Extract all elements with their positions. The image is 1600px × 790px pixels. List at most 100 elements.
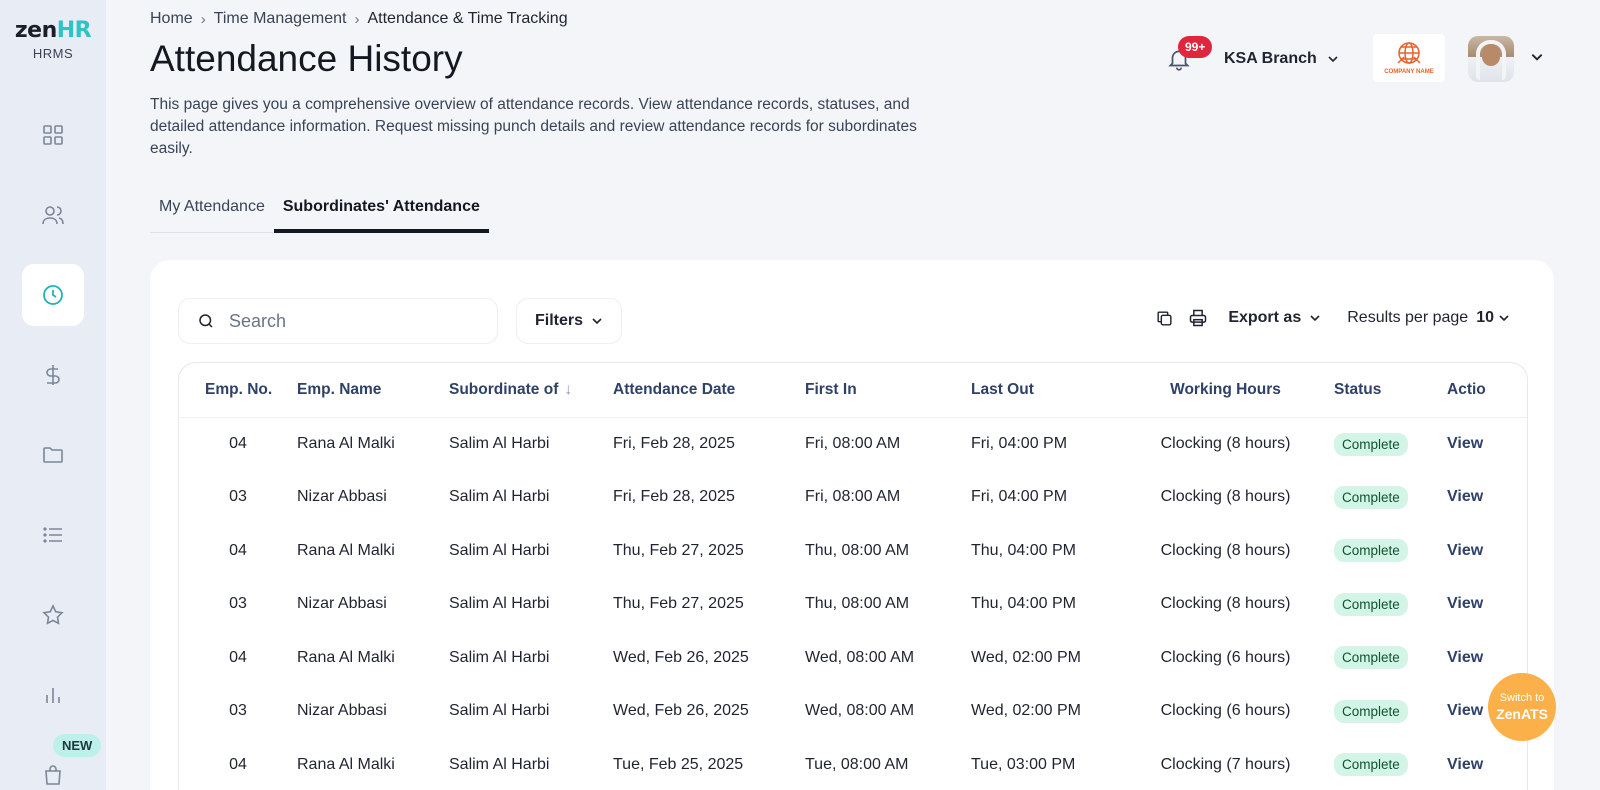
nav-marketplace[interactable] — [22, 744, 84, 790]
table-row[interactable]: 04 Rana Al Malki Salim Al Harbi Wed, Feb 26… — [179, 631, 1527, 685]
export-dropdown[interactable]: Export as — [1228, 309, 1321, 327]
cell-attendance-date: Wed, Feb 26, 2025 — [613, 685, 805, 739]
nav-dashboard[interactable] — [22, 104, 84, 166]
cell-status: Complete — [1314, 738, 1447, 790]
cell-status: Complete — [1314, 524, 1447, 578]
bag-icon — [45, 765, 61, 785]
filters-button[interactable]: Filters — [516, 298, 622, 344]
table-row[interactable]: 04 Rana Al Malki Salim Al Harbi Thu, Feb 27… — [179, 524, 1527, 578]
nav-employees[interactable] — [22, 184, 84, 246]
cell-emp-name: Rana Al Malki — [297, 435, 395, 452]
cell-working-hours: Clocking (8 hours) — [1160, 541, 1291, 559]
status-badge: Complete — [1334, 592, 1408, 616]
sidebar: zenHR HRMS NEW — [0, 0, 106, 790]
cell-working-hours: Clocking (8 hours) — [1160, 435, 1291, 452]
view-link[interactable]: View — [1447, 488, 1483, 505]
cell-attendance-date: Thu, Feb 27, 2025 — [613, 524, 805, 578]
breadcrumb-home[interactable]: Home — [150, 10, 193, 28]
nav-performance[interactable] — [22, 584, 84, 646]
cell-subordinate-of: Salim Al Harbi — [449, 702, 550, 720]
cell-last-out: Wed, 02:00 PM — [971, 685, 1137, 739]
cell-working-hours: Clocking (8 hours) — [1160, 488, 1291, 506]
cell-first-in: Thu, 08:00 AM — [805, 524, 971, 578]
view-link[interactable]: View — [1447, 542, 1483, 559]
users-icon — [42, 206, 64, 225]
column-header-last-out[interactable]: Last Out — [971, 363, 1137, 418]
dollar-icon — [46, 365, 60, 385]
globe-icon — [1397, 42, 1421, 64]
notification-count-badge: 99+ — [1178, 36, 1213, 58]
cell-status: Complete — [1314, 631, 1447, 685]
column-header-status[interactable]: Status — [1314, 363, 1447, 418]
user-menu-chevron[interactable] — [1530, 50, 1544, 69]
search-input[interactable] — [229, 310, 479, 332]
chevron-down-icon — [1310, 315, 1320, 322]
results-per-page-select[interactable]: 10 — [1476, 309, 1510, 327]
status-badge: Complete — [1334, 485, 1408, 509]
copy-button[interactable] — [1155, 309, 1174, 328]
clock-icon — [43, 285, 63, 305]
table-row[interactable]: 03 Nizar Abbasi Salim Al Harbi Wed, Feb 26,… — [179, 685, 1527, 739]
breadcrumb-current: Attendance & Time Tracking — [367, 10, 568, 27]
column-header-emp-name[interactable]: Emp. Name — [297, 363, 449, 418]
cell-last-out: Thu, 04:00 PM — [971, 595, 1076, 613]
cell-emp-name: Rana Al Malki — [297, 738, 449, 790]
export-label: Export as — [1228, 309, 1302, 326]
breadcrumb: Home › Time Management › Attendance & Ti… — [150, 10, 568, 28]
cell-subordinate-of: Salim Al Harbi — [449, 541, 550, 559]
column-header-subordinate-of[interactable]: Subordinate of ↓ — [449, 363, 613, 418]
page-description: This page gives you a comprehensive over… — [150, 96, 917, 157]
list-icon — [43, 527, 62, 543]
ats-line1: Switch to — [1499, 692, 1545, 704]
nav-documents[interactable] — [22, 424, 84, 486]
cell-subordinate-of: Salim Al Harbi — [449, 685, 613, 739]
cell-subordinate-of: Salim Al Harbi — [449, 631, 613, 685]
branch-selector[interactable]: KSA Branch — [1224, 50, 1339, 68]
cell-subordinate-of: Salim Al Harbi — [449, 738, 613, 790]
breadcrumb-time-management[interactable]: Time Management — [214, 10, 347, 28]
cell-first-in: Wed, 08:00 AM — [805, 685, 971, 739]
nav-time-management[interactable] — [22, 264, 84, 326]
table-row[interactable]: 03 Nizar Abbasi Salim Al Harbi Fri, Feb 28,… — [179, 471, 1527, 525]
column-header-subordinate-of-label: Subordinate of — [449, 380, 559, 398]
column-header-emp-no[interactable]: Emp. No. — [179, 363, 297, 418]
table-row[interactable]: 03 Nizar Abbasi Salim Al Harbi Thu, Feb 27,… — [179, 578, 1527, 632]
view-link[interactable]: View — [1447, 756, 1483, 773]
cell-emp-no: 03 — [179, 685, 297, 739]
cell-last-out: Thu, 04:00 PM — [971, 578, 1137, 632]
column-header-first-in[interactable]: First In — [805, 363, 971, 418]
nav-lists[interactable] — [22, 504, 84, 566]
sort-down-icon[interactable]: ↓ — [564, 381, 572, 398]
view-link[interactable]: View — [1447, 649, 1483, 666]
logo-subtitle: HRMS — [32, 46, 74, 61]
tab-subordinates-attendance[interactable]: Subordinates' Attendance — [273, 188, 489, 233]
view-link[interactable]: View — [1447, 595, 1483, 612]
cell-emp-no: 04 — [229, 435, 247, 452]
view-link[interactable]: View — [1447, 435, 1483, 452]
nav-reports[interactable] — [22, 664, 84, 726]
cell-emp-no: 03 — [229, 488, 247, 506]
app-logo[interactable]: zenHR HRMS — [0, 18, 106, 61]
folder-icon — [43, 447, 63, 463]
chevron-down-icon — [1499, 315, 1509, 322]
cell-emp-no: 04 — [179, 524, 297, 578]
print-button[interactable] — [1188, 308, 1208, 328]
cell-last-out: Tue, 03:00 PM — [971, 738, 1137, 790]
view-link[interactable]: View — [1447, 702, 1483, 719]
status-badge: Complete — [1334, 699, 1408, 723]
table-row[interactable]: 04 Rana Al Malki Salim Al Harbi Fri, Feb 28… — [179, 417, 1527, 471]
column-header-attendance-date[interactable]: Attendance Date — [613, 363, 805, 418]
grid-icon — [43, 125, 63, 145]
cell-last-out: Fri, 04:00 PM — [971, 417, 1137, 471]
cell-emp-no: 03 — [229, 595, 247, 613]
column-header-working-hours[interactable]: Working Hours — [1137, 363, 1314, 418]
switch-to-zenats-button[interactable]: Switch to ZenATS — [1488, 673, 1556, 741]
cell-subordinate-of: Salim Al Harbi — [449, 648, 550, 666]
nav-payroll[interactable] — [22, 344, 84, 406]
tab-my-attendance[interactable]: My Attendance — [150, 188, 274, 232]
cell-first-in: Tue, 08:00 AM — [805, 755, 909, 773]
logo-text: zen — [14, 18, 57, 43]
user-avatar[interactable] — [1468, 36, 1514, 82]
table-row[interactable]: 04 Rana Al Malki Salim Al Harbi Tue, Feb 25… — [179, 738, 1527, 790]
cell-emp-no: 03 — [179, 578, 297, 632]
